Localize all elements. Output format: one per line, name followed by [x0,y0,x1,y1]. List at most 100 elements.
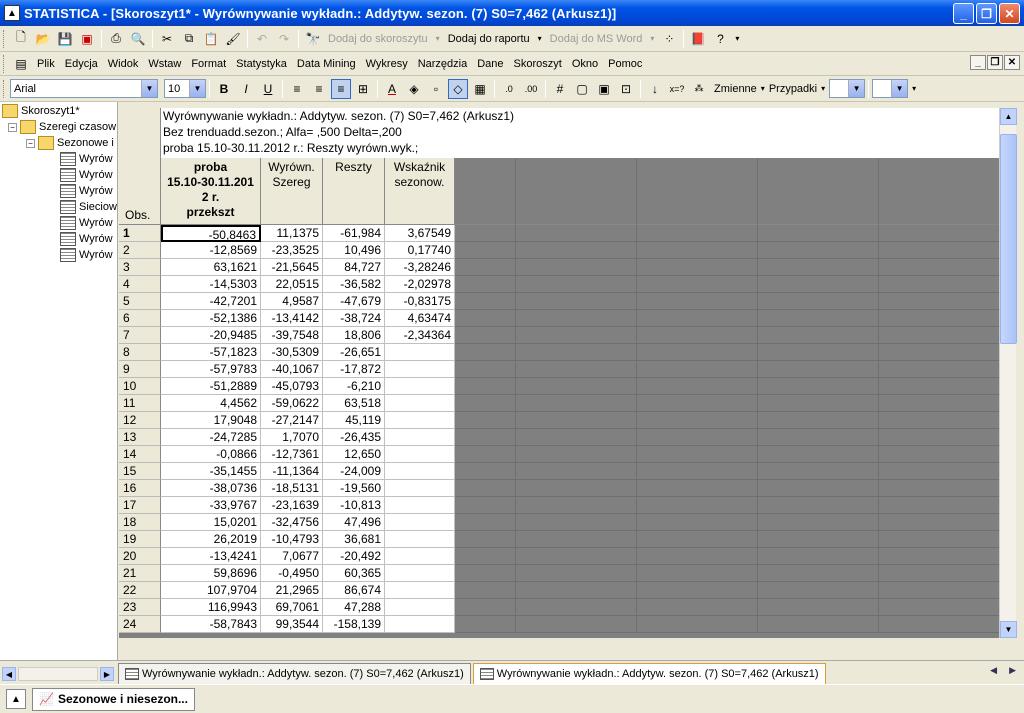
table-cell[interactable]: -57,1823 [161,344,261,361]
table-cell[interactable]: 17,9048 [161,412,261,429]
table-cell[interactable] [385,378,455,395]
format-painter-icon[interactable]: 🖌 [224,30,242,48]
table-cell[interactable]: -2,34364 [385,327,455,344]
table-cell[interactable]: -23,3525 [261,242,323,259]
table-cell[interactable]: -11,1364 [261,463,323,480]
stats-icon[interactable]: ⁂ [689,79,709,99]
row-header[interactable]: 18 [119,514,161,531]
table-cell[interactable]: -45,0793 [261,378,323,395]
tree-group[interactable]: − Szeregi czasow [8,120,116,134]
table-cell[interactable]: -0,83175 [385,293,455,310]
row-header[interactable]: 1 [119,225,161,242]
table-cell[interactable] [385,463,455,480]
tab-scroll-left-icon[interactable]: ◀ [990,665,997,676]
tab-scroll-right-icon[interactable]: ▶ [1009,665,1016,676]
fill-color-icon[interactable]: ◈ [404,79,424,99]
table-cell[interactable] [385,429,455,446]
mdi-minimize-button[interactable]: _ [970,55,986,70]
column-header-empty[interactable] [757,158,819,225]
tree-item[interactable]: Wyrów [60,184,113,198]
table-cell[interactable]: -14,5303 [161,276,261,293]
new-file-icon[interactable]: 🗋 [12,30,30,48]
book-icon[interactable]: 📕 [689,30,707,48]
row-header[interactable]: 19 [119,531,161,548]
help-pointer-icon[interactable]: ? [711,30,729,48]
table-cell[interactable]: 45,119 [323,412,385,429]
undo-icon[interactable]: ↶ [253,30,271,48]
row-header[interactable]: 14 [119,446,161,463]
column-header-empty[interactable] [818,158,879,225]
table-cell[interactable]: 26,2019 [161,531,261,548]
row-header[interactable]: 15 [119,463,161,480]
column-header[interactable]: Wyrówn. Szereg [261,158,323,225]
table-cell[interactable]: -24,009 [323,463,385,480]
table-cell[interactable]: -33,9767 [161,497,261,514]
scroll-thumb[interactable] [1000,134,1017,344]
table-cell[interactable] [385,582,455,599]
xy-icon[interactable]: x=? [667,79,687,99]
open-folder-icon[interactable]: 📂 [34,30,52,48]
sort-icon[interactable]: ↓ [645,79,665,99]
table-cell[interactable]: -35,1455 [161,463,261,480]
table-cell[interactable]: -58,7843 [161,616,261,633]
table-cell[interactable]: 4,9587 [261,293,323,310]
table-cell[interactable]: -0,0866 [161,446,261,463]
decrease-decimal-icon[interactable]: .00 [521,79,541,99]
table-cell[interactable]: -21,5645 [261,259,323,276]
column-header-empty[interactable] [515,158,577,225]
table-cell[interactable] [385,497,455,514]
table-cell[interactable]: -36,582 [323,276,385,293]
table-cell[interactable]: -23,1639 [261,497,323,514]
tree-subgroup[interactable]: − Sezonowe i [26,136,114,150]
table-cell[interactable]: 69,7061 [261,599,323,616]
table-cell[interactable]: -47,679 [323,293,385,310]
tab-document-2[interactable]: Wyrównywanie wykładn.: Addytyw. sezon. (… [472,663,826,684]
table-cell[interactable] [385,446,455,463]
tree-item[interactable]: Wyrów [60,248,113,262]
table-cell[interactable] [385,480,455,497]
table-cell[interactable]: 22,0515 [261,276,323,293]
collapse-icon[interactable]: − [8,122,17,132]
restore-button[interactable]: ❐ [976,3,997,24]
tree-item[interactable]: Wyrów [60,232,113,246]
table-cell[interactable]: -20,9485 [161,327,261,344]
minimize-button[interactable]: _ [953,3,974,24]
table-cell[interactable] [385,514,455,531]
increase-decimal-icon[interactable]: .0 [499,79,519,99]
row-header[interactable]: 3 [119,259,161,276]
pattern-select-2[interactable]: ▼ [872,79,909,98]
menu-wstaw[interactable]: Wstaw [143,58,186,70]
row-header[interactable]: 20 [119,548,161,565]
table-cell[interactable]: -26,651 [323,344,385,361]
row-header[interactable]: 5 [119,293,161,310]
table-cell[interactable]: 84,727 [323,259,385,276]
table-cell[interactable]: 47,496 [323,514,385,531]
tree-root[interactable]: Skoroszyt1* [2,104,80,118]
table-cell[interactable]: 21,2965 [261,582,323,599]
align-left-icon[interactable]: ≡ [287,79,307,99]
table-cell[interactable]: 12,650 [323,446,385,463]
menu-widok[interactable]: Widok [103,58,144,70]
menu-edycja[interactable]: Edycja [60,58,103,70]
font-size-select[interactable]: 10 ▼ [164,79,206,98]
table-cell[interactable] [385,599,455,616]
table-cell[interactable]: -38,724 [323,310,385,327]
print-icon[interactable]: ⎙ [107,30,125,48]
print-preview-icon[interactable]: 🔍 [129,30,147,48]
lock-icon[interactable]: ⊡ [616,79,636,99]
tab-document-1[interactable]: Wyrównywanie wykładn.: Addytyw. sezon. (… [118,663,471,684]
table-cell[interactable]: 99,3544 [261,616,323,633]
row-header[interactable]: 4 [119,276,161,293]
table-cell[interactable]: -26,435 [323,429,385,446]
menu-okno[interactable]: Okno [567,58,603,70]
row-header[interactable]: 21 [119,565,161,582]
tree-item[interactable]: Sieciow [60,200,117,214]
tree-item[interactable]: Wyrów [60,216,113,230]
table-cell[interactable]: -12,7361 [261,446,323,463]
border-icon[interactable]: ▫ [426,79,446,99]
variable-spec-icon[interactable]: # [550,79,570,99]
table-cell[interactable]: -50,8463 [161,225,261,242]
case-icon[interactable]: ▢ [572,79,592,99]
table-cell[interactable]: 7,0677 [261,548,323,565]
row-header[interactable]: 17 [119,497,161,514]
